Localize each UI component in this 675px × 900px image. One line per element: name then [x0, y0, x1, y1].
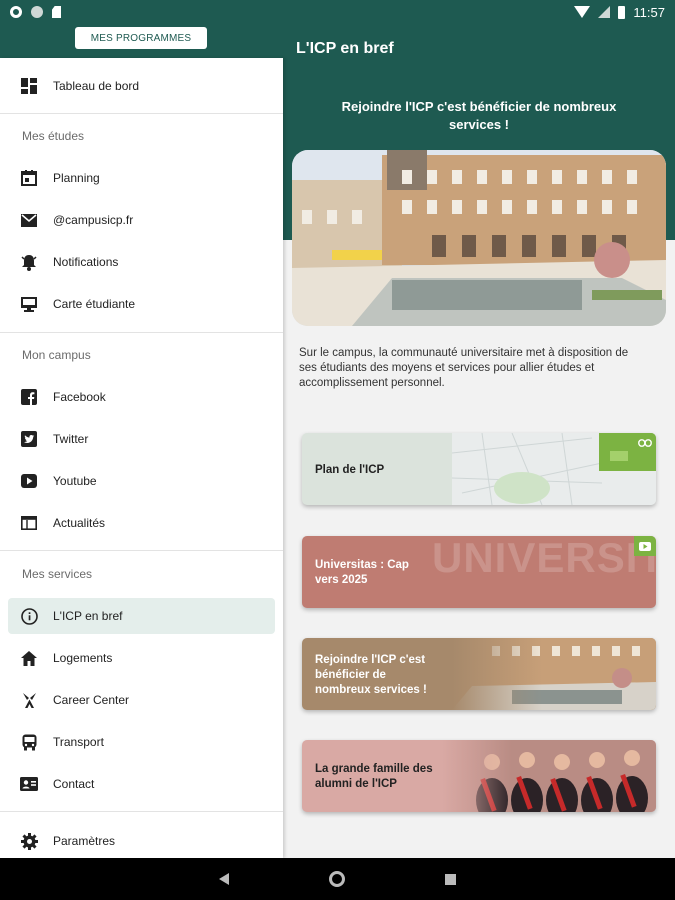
sidebar-item-label: Facebook — [53, 390, 106, 404]
circle-status-icon — [31, 6, 43, 18]
campus-thumbnail — [452, 638, 656, 710]
divider — [0, 811, 283, 812]
headline: Rejoindre l'ICP c'est bénéficier de nomb… — [341, 99, 617, 132]
sidebar-item-career-center[interactable]: Career Center — [8, 682, 275, 718]
sidebar-item-label: Paramètres — [53, 834, 116, 848]
wifi-icon — [574, 6, 591, 18]
sidebar-item-label: Youtube — [53, 474, 97, 488]
sidebar-item-label: @campusicp.fr — [53, 213, 134, 227]
student-card-icon — [20, 295, 38, 313]
sidebar-item-twitter[interactable]: Twitter — [8, 421, 275, 457]
clock: 11:57 — [633, 4, 665, 20]
sidebar-item-settings[interactable]: Paramètres — [8, 823, 275, 859]
campus-photo — [292, 150, 666, 326]
card-rejoindre-icp[interactable]: Rejoindre l'ICP c'est bénéficier de nomb… — [302, 638, 656, 710]
twitter-icon — [20, 430, 38, 448]
card-universitas[interactable]: UNIVERSITAS 2025 Universitas : Cap vers … — [302, 536, 656, 608]
system-navigation-bar — [0, 858, 675, 900]
card-label: Plan de l'ICP — [315, 464, 385, 476]
page-title: L'ICP en bref — [296, 40, 394, 57]
sidebar-item-label: Logements — [53, 651, 113, 665]
career-icon — [20, 691, 38, 709]
sidebar-item-label: Tableau de bord — [53, 79, 140, 93]
contact-card-icon — [20, 775, 38, 793]
sidebar-item-label: Transport — [53, 735, 104, 749]
divider — [0, 550, 283, 551]
divider — [0, 332, 283, 333]
sidebar-item-label: Planning — [53, 171, 100, 185]
section-label-services: Mes services — [22, 567, 93, 581]
sidebar-item-student-card[interactable]: Carte étudiante — [8, 286, 275, 322]
sidebar-item-icp-en-bref[interactable]: L'ICP en bref — [8, 598, 275, 634]
navigation-drawer: Tableau de bord Mes études Planning @cam… — [0, 58, 283, 858]
section-label-campus: Mon campus — [22, 348, 91, 362]
intro-text: Sur le campus, la communauté universitai… — [299, 347, 629, 389]
sidebar-item-transport[interactable]: Transport — [8, 724, 275, 760]
alumni-photo — [442, 740, 656, 812]
card-label: Rejoindre l'ICP c'est bénéficier de nomb… — [315, 654, 427, 696]
sidebar-item-label: Contact — [53, 777, 95, 791]
map-image — [452, 433, 656, 505]
divider — [0, 113, 283, 114]
sidebar-item-planning[interactable]: Planning — [8, 160, 275, 196]
youtube-icon — [634, 536, 656, 556]
mail-icon — [20, 211, 38, 229]
news-icon — [20, 514, 38, 532]
bus-icon — [20, 733, 38, 751]
card-alumni[interactable]: La grande famille des alumni de l'ICP — [302, 740, 656, 812]
section-label-etudes: Mes études — [22, 129, 85, 143]
sidebar-item-contact[interactable]: Contact — [8, 766, 275, 802]
card-plan-icp[interactable]: Plan de l'ICP — [302, 433, 656, 505]
sidebar-item-youtube[interactable]: Youtube — [8, 463, 275, 499]
youtube-icon — [20, 472, 38, 490]
programs-button[interactable]: MES PROGRAMMES — [75, 27, 207, 49]
sidebar-item-dashboard[interactable]: Tableau de bord — [8, 68, 275, 104]
home-icon — [20, 649, 38, 667]
calendar-icon — [20, 169, 38, 187]
sidebar-item-label: L'ICP en bref — [53, 609, 123, 623]
sidebar-item-facebook[interactable]: Facebook — [8, 379, 275, 415]
sidebar-item-housing[interactable]: Logements — [8, 640, 275, 676]
sidebar-item-label: Twitter — [53, 432, 89, 446]
settings-status-icon — [10, 6, 22, 18]
sidebar-item-email[interactable]: @campusicp.fr — [8, 202, 275, 238]
dashboard-icon — [20, 77, 38, 95]
home-button-icon[interactable] — [329, 871, 345, 887]
sidebar-item-label: Carte étudiante — [53, 297, 136, 311]
card-label: Universitas : Cap vers 2025 — [315, 559, 409, 586]
gear-icon — [20, 832, 38, 850]
recent-apps-icon[interactable] — [445, 873, 456, 885]
sidebar-item-label: Career Center — [53, 693, 130, 707]
sidebar-item-notifications[interactable]: Notifications — [8, 244, 275, 280]
card-label: La grande famille des alumni de l'ICP — [315, 763, 433, 790]
facebook-icon — [20, 388, 38, 406]
card-bg-text: UNIVERSITAS 2025 — [432, 536, 656, 581]
bell-icon — [20, 253, 38, 271]
sidebar-item-label: Notifications — [53, 255, 119, 269]
sidebar-item-news[interactable]: Actualités — [8, 505, 275, 541]
signal-icon — [598, 6, 611, 18]
battery-icon — [618, 5, 626, 19]
status-bar: 11:57 — [0, 0, 675, 24]
sidebar-item-label: Actualités — [53, 516, 106, 530]
link-icon — [634, 433, 656, 453]
info-icon — [20, 607, 38, 625]
back-icon[interactable] — [219, 873, 229, 885]
sd-card-icon — [52, 6, 61, 18]
